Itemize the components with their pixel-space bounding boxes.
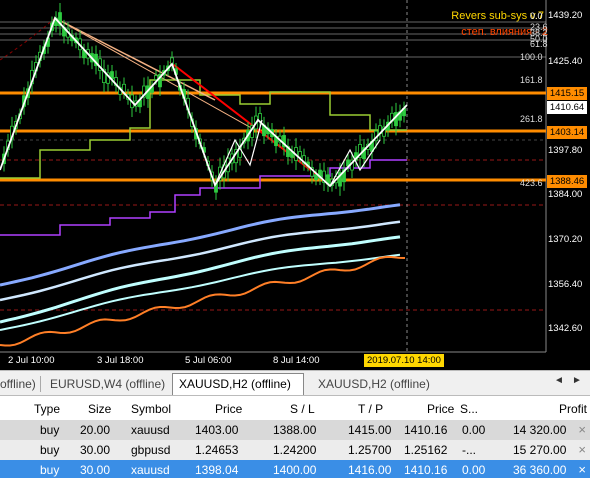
- price-axis-label: 1425.40: [548, 56, 583, 67]
- cell-size: 20.00: [80, 423, 111, 437]
- table-row[interactable]: buy 20.00 xauusd 1403.00 1388.00 1415.00…: [0, 420, 590, 440]
- price-axis-label: 1397.80: [548, 145, 583, 156]
- time-axis-label: 2 Jul 10:00: [8, 355, 55, 366]
- fib-level-label: 261.8: [520, 114, 543, 124]
- cell-type: buy: [40, 443, 60, 457]
- cell-swap: -...: [462, 443, 476, 457]
- col-header-swap[interactable]: S...: [460, 399, 478, 419]
- ma-band-cyan: [0, 235, 401, 324]
- col-header-price[interactable]: Price: [215, 399, 242, 419]
- cell-price: 1.24653: [195, 443, 239, 457]
- tab-chart-partial[interactable]: offline): [0, 374, 42, 394]
- close-position-icon[interactable]: ×: [578, 440, 586, 460]
- cell-profit: 36 360.00: [513, 463, 567, 477]
- cell-sl: 1.24200: [273, 443, 317, 457]
- price-axis-label: 1439.20: [548, 10, 583, 21]
- price-chart[interactable]: Revers sub-sys v.7 0.0 степ. влияния - 2…: [0, 0, 590, 370]
- tab-separator: [40, 376, 41, 392]
- col-header-type[interactable]: Type: [34, 399, 60, 419]
- col-header-tp[interactable]: T / P: [358, 399, 383, 419]
- cell-profit: 14 320.00: [513, 423, 567, 437]
- table-header: Type Size Symbol Price S / L T / P Price…: [0, 399, 590, 419]
- price-axis-label: 1370.20: [548, 234, 583, 245]
- cell-swap: 0.00: [462, 463, 486, 477]
- cell-tp: 1416.00: [348, 463, 392, 477]
- col-header-size[interactable]: Size: [88, 399, 111, 419]
- trade-table: Type Size Symbol Price S / L T / P Price…: [0, 396, 590, 478]
- entry-price-box: 1403.14: [547, 126, 587, 139]
- cell-tp: 1415.00: [348, 423, 392, 437]
- cell-symbol: xauusd: [131, 463, 170, 477]
- candle-body: [154, 75, 158, 81]
- tab-prev-icon[interactable]: ◄: [554, 375, 564, 386]
- cell-size: 30.00: [80, 463, 111, 477]
- ma-band-cyan: [0, 253, 401, 331]
- time-axis-label: 5 Jul 06:00: [185, 355, 232, 366]
- zigzag-line: [0, 16, 408, 188]
- tab-xauusd-h2[interactable]: XAUUSD,H2 (offline): [312, 374, 436, 394]
- col-header-sl[interactable]: S / L: [290, 399, 315, 419]
- cell-sl: 1388.00: [273, 423, 317, 437]
- cell-tp: 1.25700: [348, 443, 392, 457]
- fib-level-label: 161.8: [520, 75, 543, 85]
- cell-price: 1403.00: [195, 423, 239, 437]
- fib-fan-line: [54, 17, 256, 131]
- cell-type: buy: [40, 463, 60, 477]
- candle-body: [314, 174, 318, 181]
- col-header-current-price[interactable]: Price: [427, 399, 454, 419]
- table-row-selected[interactable]: buy 30.00 xauusd 1398.04 1400.00 1416.00…: [0, 460, 590, 478]
- fib-fan-line: [54, 17, 216, 101]
- ma-step-purple: [0, 159, 407, 236]
- price-axis-label: 1356.40: [548, 279, 583, 290]
- cell-profit: 15 270.00: [513, 443, 567, 457]
- cell-symbol: gbpusd: [131, 443, 171, 457]
- indicator-title-value: 0.0: [530, 11, 543, 21]
- cell-current-price: 1410.16: [404, 423, 448, 437]
- cell-swap: 0.00: [462, 423, 486, 437]
- cell-current-price: 1410.16: [404, 463, 448, 477]
- tab-xauusd-h2-active[interactable]: XAUUSD,H2 (offline): [172, 373, 304, 395]
- close-position-icon[interactable]: ×: [578, 460, 586, 480]
- crosshair-time-label: 2019.07.10 14:00: [364, 354, 444, 367]
- fib-level-label: 61.8: [530, 39, 548, 49]
- fib-level-label: 423.6: [520, 178, 543, 188]
- table-row[interactable]: buy 30.00 gbpusd 1.24653 1.24200 1.25700…: [0, 440, 590, 460]
- cell-size: 30.00: [80, 443, 111, 457]
- fib-level-label: 100.0: [520, 52, 543, 62]
- cell-price: 1398.04: [195, 463, 239, 477]
- time-axis-label: 3 Jul 18:00: [97, 355, 144, 366]
- price-axis-label: 1342.60: [548, 323, 583, 334]
- tab-eurusd-w4[interactable]: EURUSD,W4 (offline): [44, 374, 171, 394]
- cell-type: buy: [40, 423, 60, 437]
- time-axis-label: 8 Jul 14:00: [273, 355, 320, 366]
- col-header-symbol[interactable]: Symbol: [131, 399, 171, 419]
- col-header-profit[interactable]: Profit: [559, 399, 587, 419]
- take-profit-price-box: 1415.15: [547, 87, 587, 100]
- stop-loss-price-box: 1388.46: [547, 175, 587, 188]
- cell-symbol: xauusd: [131, 423, 170, 437]
- tab-next-icon[interactable]: ►: [572, 375, 582, 386]
- close-position-icon[interactable]: ×: [578, 420, 586, 440]
- chart-canvas[interactable]: [0, 0, 590, 370]
- cell-current-price: 1.25162: [404, 443, 448, 457]
- cell-sl: 1400.00: [273, 463, 317, 477]
- chart-tab-bar: offline) EURUSD,W4 (offline) XAUUSD,H2 (…: [0, 370, 590, 396]
- price-axis-label: 1384.00: [548, 189, 583, 200]
- current-price-box: 1410.64: [547, 101, 587, 114]
